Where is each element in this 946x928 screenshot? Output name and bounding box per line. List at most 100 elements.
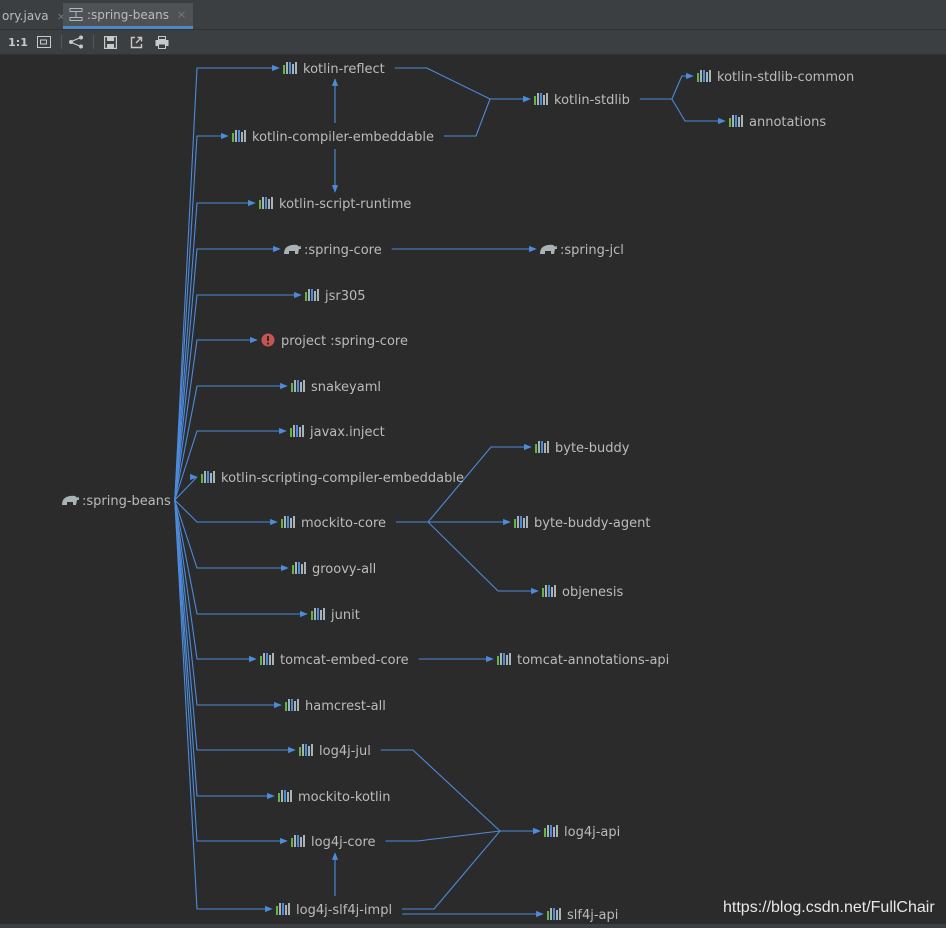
library-icon [305,289,319,301]
edge-l4jul-to-l4api [380,749,541,835]
node-label: snakeyaml [311,380,381,395]
layout-button[interactable] [68,34,84,50]
node-label: slf4j-api [567,908,618,923]
node-label: :spring-jcl [560,243,624,258]
library-icon [534,93,548,105]
save-button[interactable] [102,34,118,50]
node-label: junit [330,608,360,623]
node-label: hamcrest-all [305,699,386,714]
graph-node-kce[interactable]: kotlin-compiler-embeddable [232,130,434,145]
graph-node-l4api[interactable]: log4j-api [544,825,620,840]
library-icon [514,516,528,528]
node-label: project :spring-core [281,334,408,349]
node-label: tomcat-annotations-api [517,653,669,668]
graph-node-obj[interactable]: objenesis [542,585,623,600]
graph-node-sy[interactable]: snakeyaml [291,380,381,395]
node-label: annotations [749,115,826,130]
export-icon [130,36,142,48]
edge-root-to-jsr [174,291,302,501]
node-label: log4j-slf4j-impl [296,903,392,918]
edge-mc-to-obj [396,521,539,595]
graph-node-root[interactable]: :spring-beans [62,494,171,509]
close-icon[interactable]: × [177,8,186,21]
edge-kce-to-ksl [443,95,531,137]
graph-node-jcl[interactable]: :spring-jcl [540,243,624,258]
library-icon [547,908,561,920]
export-button[interactable] [128,34,144,50]
library-icon [259,197,273,209]
graph-node-ju[interactable]: junit [311,608,360,623]
node-label: kotlin-stdlib [554,93,630,108]
edge-root-to-ga [174,499,289,572]
library-icon [299,744,313,756]
graph-node-kslc[interactable]: kotlin-stdlib-common [697,70,854,85]
gradle-elephant-icon [540,244,557,254]
tab-spring-beans-diagram[interactable]: :spring-beans × [63,3,193,29]
graph-node-ksl[interactable]: kotlin-stdlib [534,93,630,108]
node-label: javax.inject [309,425,385,440]
graph-node-ji[interactable]: javax.inject [290,425,385,440]
library-icon [292,562,306,574]
graph-node-ha[interactable]: hamcrest-all [285,699,386,714]
graph-node-l4core[interactable]: log4j-core [291,835,376,850]
edge-root-to-mc [174,499,278,526]
graph-node-mc[interactable]: mockito-core [281,516,386,531]
graph-node-jsr[interactable]: jsr305 [305,289,366,304]
node-label: kotlin-script-runtime [279,197,411,212]
fit-content-button[interactable] [36,34,52,50]
watermark: https://blog.csdn.net/FullChair [723,899,935,916]
graph-node-bba[interactable]: byte-buddy-agent [514,516,650,531]
graph-node-kr[interactable]: kotlin-reflect [283,62,385,77]
graph-node-l4jul[interactable]: log4j-jul [299,744,371,759]
library-icon [260,653,274,665]
node-label: kotlin-scripting-compiler-embeddable [221,471,464,486]
graph-node-ann[interactable]: annotations [729,115,826,130]
editor-tab-bar: ory.java × :spring-beans × [0,0,946,30]
graph-node-ksce[interactable]: kotlin-scripting-compiler-embeddable [201,471,464,486]
toolbar-separator [93,35,94,49]
diagram-icon [69,8,83,21]
library-icon [697,70,711,82]
node-label: :spring-beans [82,494,171,509]
tab-java-file[interactable]: ory.java × [0,3,66,29]
library-icon [278,790,292,802]
graph-node-ksr[interactable]: kotlin-script-runtime [259,197,411,212]
graph-node-mk[interactable]: mockito-kotlin [278,790,390,805]
node-label: kotlin-stdlib-common [717,70,854,85]
library-icon [535,441,549,453]
dependency-graph-canvas[interactable]: :spring-beans kotlin-reflect kotlin-compil… [0,0,946,928]
graph-node-slf[interactable]: slf4j-api [547,908,618,923]
edge-root-to-l4jul [174,499,296,754]
toolbar-separator [61,35,62,49]
library-icon [291,835,305,847]
error-icon [261,333,275,347]
tab-label: :spring-beans [87,7,169,22]
actual-size-button[interactable]: 1:1 [8,34,28,50]
node-label: mockito-kotlin [298,790,390,805]
graph-node-bb[interactable]: byte-buddy [535,441,630,456]
graph-node-ga[interactable]: groovy-all [292,562,376,577]
library-icon [281,516,295,528]
save-icon [103,35,117,49]
library-icon [283,62,297,74]
graph-node-l4slf[interactable]: log4j-slf4j-impl [276,903,392,918]
edge-ksl-to-ann [639,98,726,125]
library-icon [497,653,511,665]
fit-content-icon [37,36,51,48]
node-label: jsr305 [324,289,366,304]
node-label: kotlin-compiler-embeddable [252,130,434,145]
node-label: mockito-core [301,516,386,531]
graph-node-sc[interactable]: :spring-core [284,243,382,258]
library-icon [285,699,299,711]
layout-icon [69,35,83,49]
node-label: log4j-api [564,825,620,840]
graph-node-tec[interactable]: tomcat-embed-core [260,653,409,668]
edge-l4core-to-l4api [385,827,541,842]
graph-node-tca[interactable]: tomcat-annotations-api [497,653,669,668]
library-icon [290,425,304,437]
node-label: tomcat-embed-core [280,653,409,668]
graph-node-psc[interactable]: project :spring-core [261,333,408,350]
library-icon [542,585,556,597]
print-button[interactable] [154,34,170,50]
node-label: byte-buddy [555,441,630,456]
